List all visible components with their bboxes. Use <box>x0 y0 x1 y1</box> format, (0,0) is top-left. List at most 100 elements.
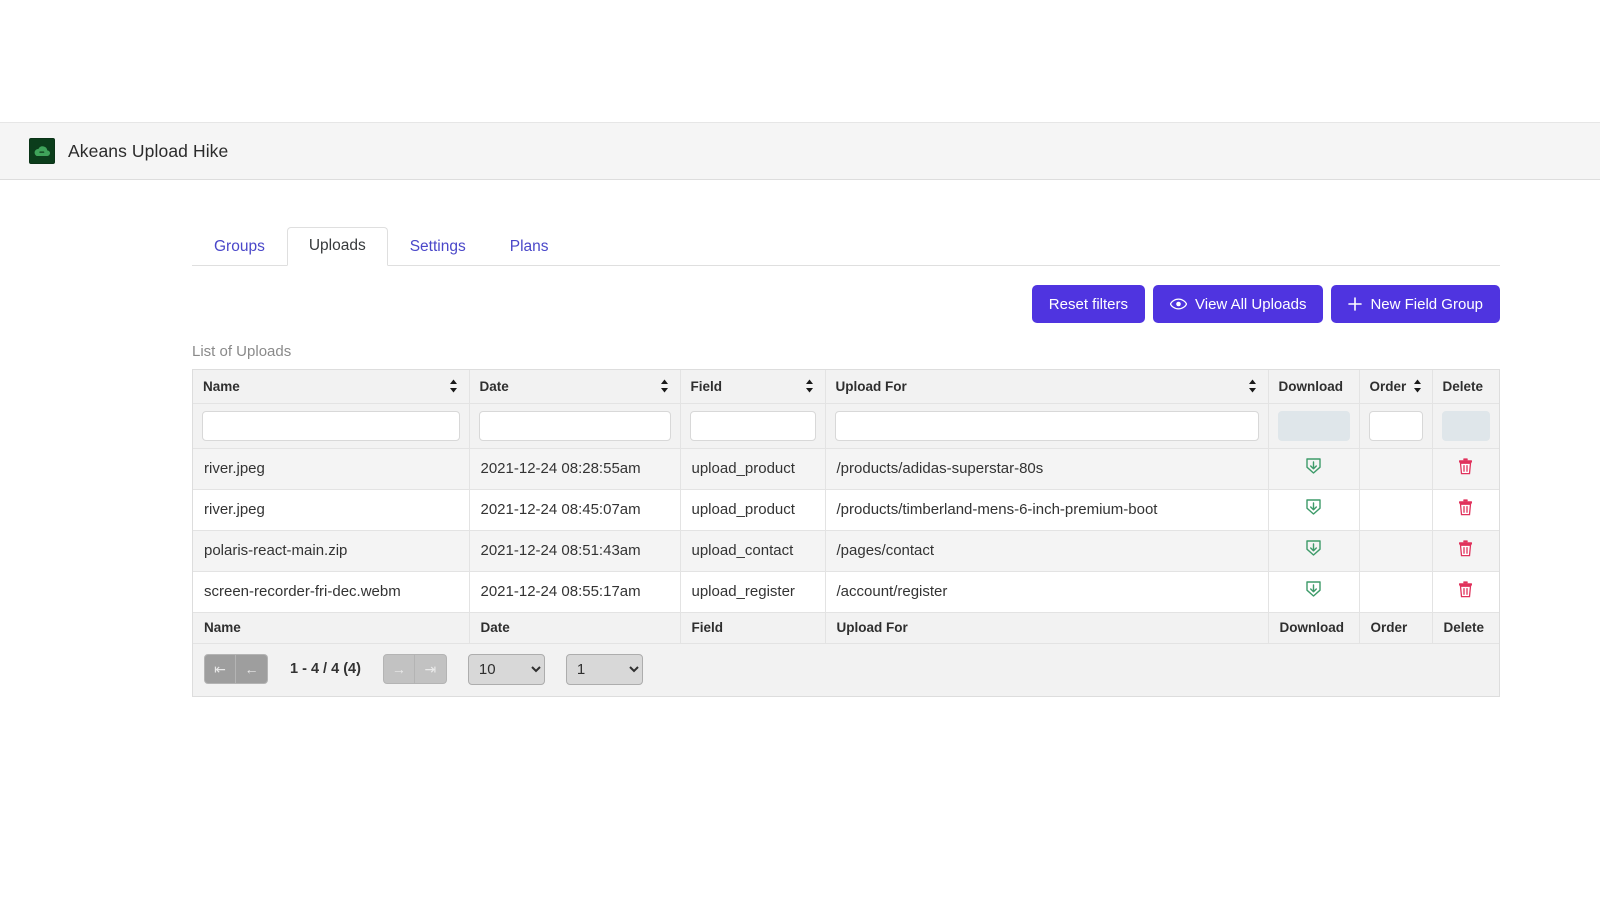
reset-filters-label: Reset filters <box>1049 296 1128 313</box>
footer-column-delete: Delete <box>1432 612 1499 643</box>
column-header-field[interactable]: Field <box>680 370 825 403</box>
table-row[interactable]: river.jpeg 2021-12-24 08:28:55am upload_… <box>193 448 1499 489</box>
footer-column-upload-for: Upload For <box>825 612 1268 643</box>
filter-input-field[interactable] <box>690 411 816 441</box>
cell-upload-for: /pages/contact <box>825 530 1268 571</box>
trash-icon[interactable] <box>1458 458 1473 475</box>
filter-input-delete-disabled <box>1442 411 1491 441</box>
download-icon[interactable] <box>1306 499 1321 516</box>
sort-icon[interactable] <box>1412 378 1423 394</box>
cell-field: upload_register <box>680 571 825 612</box>
column-header-delete: Delete <box>1432 370 1499 403</box>
footer-column-order: Order <box>1359 612 1432 643</box>
filter-cell-order <box>1359 403 1432 448</box>
view-all-uploads-label: View All Uploads <box>1195 296 1306 313</box>
column-header-field-label: Field <box>691 379 723 394</box>
table-row[interactable]: screen-recorder-fri-dec.webm 2021-12-24 … <box>193 571 1499 612</box>
sort-icon[interactable] <box>448 378 459 394</box>
cell-date: 2021-12-24 08:28:55am <box>469 448 680 489</box>
cell-download <box>1268 448 1359 489</box>
page-number-select[interactable]: 1 <box>566 654 643 685</box>
first-page-button[interactable]: ⇤ <box>204 654 236 684</box>
filter-input-date[interactable] <box>479 411 671 441</box>
column-header-name-label: Name <box>203 379 240 394</box>
cell-name: screen-recorder-fri-dec.webm <box>193 571 469 612</box>
cell-upload-for: /account/register <box>825 571 1268 612</box>
column-header-name[interactable]: Name <box>193 370 469 403</box>
column-header-delete-label: Delete <box>1443 379 1484 394</box>
cloud-upload-icon <box>29 138 55 164</box>
pagination-info: 1 - 4 / 4 (4) <box>268 661 383 677</box>
trash-icon[interactable] <box>1458 499 1473 516</box>
column-header-download: Download <box>1268 370 1359 403</box>
plus-icon <box>1348 297 1362 311</box>
table-body: river.jpeg 2021-12-24 08:28:55am upload_… <box>193 448 1499 612</box>
tab-groups[interactable]: Groups <box>192 228 287 266</box>
column-header-upload-for[interactable]: Upload For <box>825 370 1268 403</box>
filter-cell-name <box>193 403 469 448</box>
new-field-group-label: New Field Group <box>1370 296 1483 313</box>
browser-blank-area <box>0 0 1600 123</box>
cell-order <box>1359 571 1432 612</box>
tab-settings[interactable]: Settings <box>388 228 488 266</box>
column-header-date[interactable]: Date <box>469 370 680 403</box>
cell-delete <box>1432 489 1499 530</box>
trash-icon[interactable] <box>1458 540 1473 557</box>
cell-upload-for: /products/adidas-superstar-80s <box>825 448 1268 489</box>
cell-download <box>1268 571 1359 612</box>
filter-input-upload-for[interactable] <box>835 411 1259 441</box>
tab-plans[interactable]: Plans <box>488 228 571 266</box>
trash-icon[interactable] <box>1458 581 1473 598</box>
pagination-row: ⇤ ← 1 - 4 / 4 (4) → ⇥ 102550100 1 <box>193 643 1499 696</box>
table-row[interactable]: polaris-react-main.zip 2021-12-24 08:51:… <box>193 530 1499 571</box>
sort-icon[interactable] <box>659 378 670 394</box>
filter-input-order[interactable] <box>1369 411 1423 441</box>
reset-filters-button[interactable]: Reset filters <box>1032 285 1145 323</box>
cell-order <box>1359 489 1432 530</box>
table-head: Name Date <box>193 370 1499 448</box>
column-filter-row <box>193 403 1499 448</box>
cell-download <box>1268 530 1359 571</box>
cell-name: river.jpeg <box>193 489 469 530</box>
column-header-order[interactable]: Order <box>1359 370 1432 403</box>
app-root: Akeans Upload Hike Groups Uploads Settin… <box>0 0 1600 900</box>
next-page-button[interactable]: → <box>383 654 415 684</box>
cell-download <box>1268 489 1359 530</box>
column-header-order-label: Order <box>1370 379 1407 394</box>
cell-name: polaris-react-main.zip <box>193 530 469 571</box>
download-icon[interactable] <box>1306 581 1321 598</box>
download-icon[interactable] <box>1306 458 1321 475</box>
footer-column-download: Download <box>1268 612 1359 643</box>
filter-cell-delete <box>1432 403 1499 448</box>
table-row[interactable]: river.jpeg 2021-12-24 08:45:07am upload_… <box>193 489 1499 530</box>
sort-icon[interactable] <box>1247 378 1258 394</box>
cell-date: 2021-12-24 08:51:43am <box>469 530 680 571</box>
prev-page-button[interactable]: ← <box>236 654 268 684</box>
pagination-cell: ⇤ ← 1 - 4 / 4 (4) → ⇥ 102550100 1 <box>193 643 1499 696</box>
footer-column-row: Name Date Field Upload For Download Orde… <box>193 612 1499 643</box>
sort-icon[interactable] <box>804 378 815 394</box>
last-page-button[interactable]: ⇥ <box>415 654 447 684</box>
filter-cell-field <box>680 403 825 448</box>
cell-field: upload_contact <box>680 530 825 571</box>
column-header-upload-for-label: Upload For <box>836 379 907 394</box>
cell-delete <box>1432 448 1499 489</box>
filter-cell-date <box>469 403 680 448</box>
uploads-table-container: Name Date <box>192 369 1500 697</box>
tab-uploads[interactable]: Uploads <box>287 227 388 266</box>
app-header: Akeans Upload Hike <box>0 123 1600 180</box>
footer-column-date: Date <box>469 612 680 643</box>
cell-order <box>1359 448 1432 489</box>
column-header-download-label: Download <box>1279 379 1344 394</box>
uploads-table: Name Date <box>193 370 1499 696</box>
cell-field: upload_product <box>680 448 825 489</box>
new-field-group-button[interactable]: New Field Group <box>1331 285 1500 323</box>
cell-delete <box>1432 530 1499 571</box>
filter-input-name[interactable] <box>202 411 460 441</box>
download-icon[interactable] <box>1306 540 1321 557</box>
view-all-uploads-button[interactable]: View All Uploads <box>1153 285 1323 323</box>
page-size-select[interactable]: 102550100 <box>468 654 545 685</box>
app-title: Akeans Upload Hike <box>68 141 228 162</box>
footer-column-name: Name <box>193 612 469 643</box>
cell-order <box>1359 530 1432 571</box>
